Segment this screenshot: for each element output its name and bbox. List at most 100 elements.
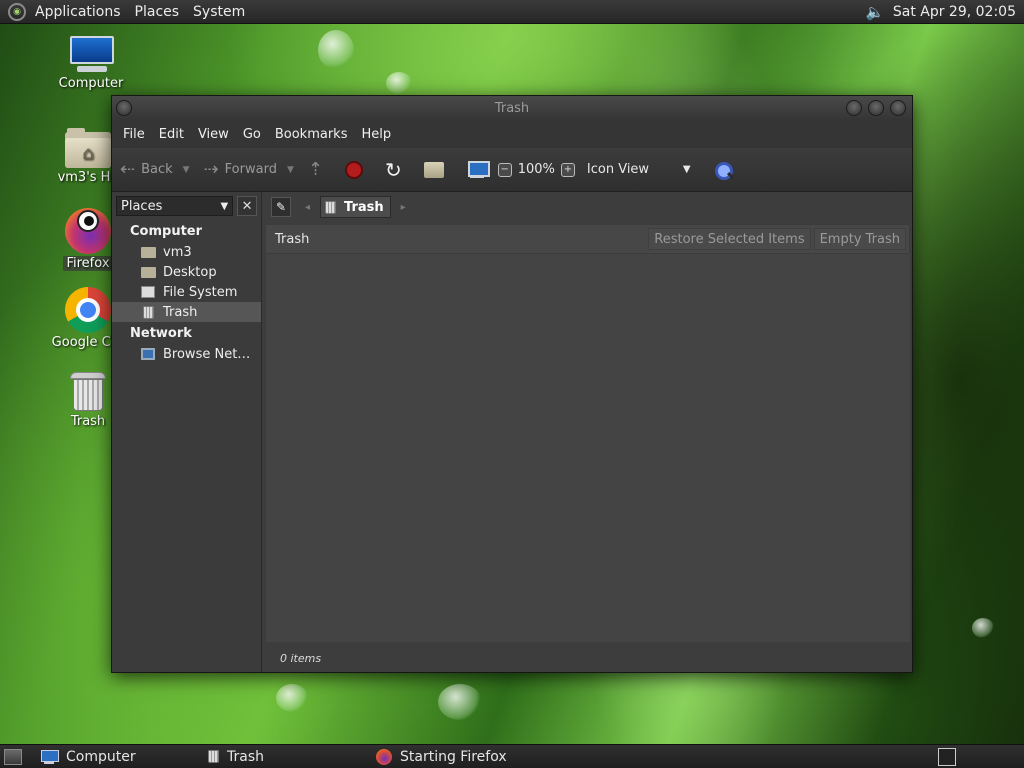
trash-bar-title: Trash xyxy=(275,231,310,247)
sidebar-section-computer: Computer xyxy=(130,224,203,239)
sidebar-header: Places ▼ ✕ xyxy=(112,192,261,220)
places-sidebar: Places ▼ ✕ Computer vm3 Desktop File Sys… xyxy=(112,192,262,672)
stop-icon[interactable] xyxy=(344,160,363,179)
zoom-out-button[interactable]: − xyxy=(497,162,512,177)
trash-icon xyxy=(208,750,219,763)
sidebar-item-label: Desktop xyxy=(163,264,217,280)
forward-button[interactable]: ⇢ Forward xyxy=(204,159,277,180)
forward-history-dropdown[interactable]: ▼ xyxy=(287,165,294,175)
maximize-button[interactable] xyxy=(868,100,884,116)
home-folder-icon: ⌂ xyxy=(65,128,111,168)
chrome-icon xyxy=(65,287,111,333)
firefox-icon xyxy=(65,208,111,254)
window-menu-button[interactable] xyxy=(116,100,132,116)
back-history-dropdown[interactable]: ▼ xyxy=(183,165,190,175)
desktop-icon-label: Computer xyxy=(58,76,124,91)
path-bar: ✎ ◂ Trash ▸ xyxy=(265,192,912,222)
menu-go[interactable]: Go xyxy=(236,127,268,142)
empty-trash-button[interactable]: Empty Trash xyxy=(813,228,906,250)
menu-file[interactable]: File xyxy=(116,127,152,142)
home-folder-icon xyxy=(140,245,156,259)
menu-places[interactable]: Places xyxy=(128,4,187,20)
up-arrow-icon: ⇡ xyxy=(307,159,323,180)
window-titlebar[interactable]: Trash xyxy=(112,96,912,120)
trash-icon xyxy=(140,305,156,319)
window-title: Trash xyxy=(494,100,530,116)
search-icon[interactable] xyxy=(713,160,733,180)
sidebar-item-label: File System xyxy=(163,284,238,300)
sidebar-type-label: Places xyxy=(121,198,163,214)
view-mode-label: Icon View xyxy=(586,162,650,177)
forward-arrow-icon: ⇢ xyxy=(203,159,219,180)
menu-system[interactable]: System xyxy=(186,4,252,20)
file-manager-window: Trash File Edit View Go Bookmarks Help ⇠… xyxy=(111,95,913,673)
file-view[interactable] xyxy=(265,254,910,642)
sidebar-item-desktop[interactable]: Desktop xyxy=(112,262,261,282)
edit-location-icon[interactable]: ✎ xyxy=(271,197,291,217)
menu-applications[interactable]: Applications xyxy=(28,4,128,20)
sidebar-item-label: Browse Net… xyxy=(163,346,251,362)
up-button[interactable]: ⇡ xyxy=(308,159,323,180)
menu-help[interactable]: Help xyxy=(354,127,398,142)
menu-view[interactable]: View xyxy=(191,127,236,142)
task-label: Trash xyxy=(227,748,264,765)
trash-bar-buttons: Restore Selected Items Empty Trash xyxy=(648,228,909,250)
sidebar-type-select[interactable]: Places ▼ xyxy=(116,196,234,216)
task-computer[interactable]: Computer xyxy=(40,746,208,768)
sidebar-section-network: Network xyxy=(130,326,192,341)
bottom-panel: Computer Trash Starting Firefox xyxy=(0,744,1024,768)
path-left-arrow-icon[interactable]: ◂ xyxy=(305,202,310,213)
wallpaper-droplet xyxy=(438,684,482,720)
minimize-button[interactable] xyxy=(846,100,862,116)
sidebar-item-file-system[interactable]: File System xyxy=(112,282,261,302)
chevron-down-icon: ▼ xyxy=(682,164,691,175)
desktop-icon-label-text: Firefox xyxy=(63,256,113,271)
path-right-arrow-icon[interactable]: ▸ xyxy=(401,202,406,213)
desktop-folder-icon xyxy=(140,265,156,279)
task-trash[interactable]: Trash xyxy=(208,746,376,768)
desktop-icon-computer[interactable]: Computer xyxy=(41,34,141,91)
show-desktop-icon[interactable] xyxy=(4,748,22,765)
close-button[interactable] xyxy=(890,100,906,116)
trash-icon xyxy=(325,200,337,214)
back-button[interactable]: ⇠ Back xyxy=(120,159,173,180)
wallpaper-droplet xyxy=(318,30,354,70)
path-crumb-trash[interactable]: Trash xyxy=(320,196,391,218)
computer-icon xyxy=(40,749,59,764)
computer-icon xyxy=(67,34,115,74)
network-icon xyxy=(140,347,156,361)
zoom-level: 100% xyxy=(517,162,555,177)
status-bar: 0 items xyxy=(265,646,910,670)
firefox-icon xyxy=(376,748,392,765)
wallpaper-droplet xyxy=(276,684,308,712)
menu-bookmarks[interactable]: Bookmarks xyxy=(268,127,355,142)
workspace-switcher[interactable] xyxy=(938,748,956,766)
view-mode-select[interactable]: Icon View ▼ xyxy=(587,162,713,177)
computer-icon[interactable] xyxy=(466,160,490,179)
back-label: Back xyxy=(141,162,173,177)
back-arrow-icon: ⇠ xyxy=(120,159,136,180)
sidebar-item-trash[interactable]: Trash xyxy=(112,302,261,322)
window-toolbar: ⇠ Back ▼ ⇢ Forward ▼ ⇡ ↻ − 100% + Icon V… xyxy=(112,148,912,192)
chevron-down-icon: ▼ xyxy=(220,200,229,212)
task-firefox[interactable]: Starting Firefox xyxy=(376,746,507,768)
trash-icon xyxy=(70,370,106,412)
menu-edit[interactable]: Edit xyxy=(152,127,191,142)
panel-clock[interactable]: Sat Apr 29, 02:05 xyxy=(893,4,1024,20)
home-folder-icon[interactable] xyxy=(423,161,444,178)
trash-info-bar: Trash Restore Selected Items Empty Trash xyxy=(265,224,910,254)
sidebar-item-browse-network[interactable]: Browse Net… xyxy=(112,344,261,364)
path-crumb-label: Trash xyxy=(344,199,384,215)
speaker-icon[interactable]: 🔈 xyxy=(863,2,887,22)
status-text: 0 items xyxy=(280,651,322,665)
restore-selected-button[interactable]: Restore Selected Items xyxy=(648,228,811,250)
content-area: Places ▼ ✕ Computer vm3 Desktop File Sys… xyxy=(112,192,912,672)
close-icon[interactable]: ✕ xyxy=(237,196,257,216)
wallpaper-droplet xyxy=(386,72,412,94)
gnome-foot-icon[interactable]: ◉ xyxy=(8,2,26,21)
sidebar-item-vm3[interactable]: vm3 xyxy=(112,242,261,262)
sidebar-item-label: vm3 xyxy=(163,244,192,260)
zoom-in-button[interactable]: + xyxy=(560,162,575,177)
reload-icon[interactable]: ↻ xyxy=(385,158,402,182)
window-menubar: File Edit View Go Bookmarks Help xyxy=(112,120,912,148)
